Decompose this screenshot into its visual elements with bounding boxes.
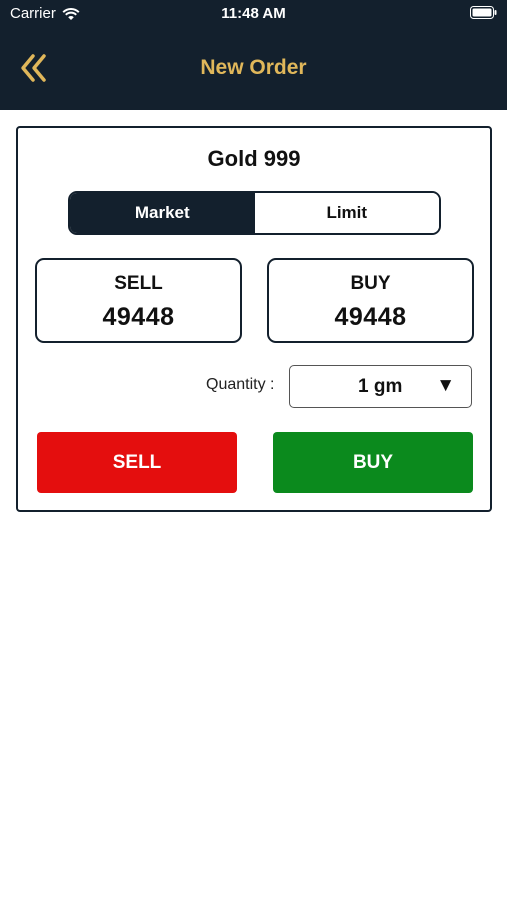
page-title: New Order <box>200 56 307 79</box>
order-type-toggle: Market Limit <box>68 191 441 235</box>
quantity-label: Quantity : <box>206 376 275 393</box>
quantity-value: 1 gm <box>358 376 403 397</box>
tab-limit[interactable]: Limit <box>254 193 439 233</box>
buy-price-value: 49448 <box>334 303 407 331</box>
sell-button[interactable]: SELL <box>37 432 237 493</box>
tab-market[interactable]: Market <box>70 193 255 233</box>
status-bar: Carrier 11:48 AM <box>0 0 507 30</box>
caret-down-icon: ▼ <box>436 375 455 396</box>
product-title: Gold 999 <box>207 146 301 171</box>
buy-price-label: BUY <box>350 273 391 294</box>
buy-price-box: BUY 49448 <box>267 258 474 343</box>
quantity-dropdown[interactable]: 1 gm ▼ <box>289 365 472 408</box>
app-header: Carrier 11:48 AM New Order <box>0 0 507 110</box>
sell-price-value: 49448 <box>102 303 175 331</box>
buy-button[interactable]: BUY <box>273 432 473 493</box>
status-time: 11:48 AM <box>221 5 286 22</box>
battery-icon <box>470 6 497 19</box>
sell-price-box: SELL 49448 <box>35 258 242 343</box>
order-card: Gold 999 Market Limit SELL 49448 BUY 494… <box>16 126 492 512</box>
sell-price-label: SELL <box>114 273 163 294</box>
